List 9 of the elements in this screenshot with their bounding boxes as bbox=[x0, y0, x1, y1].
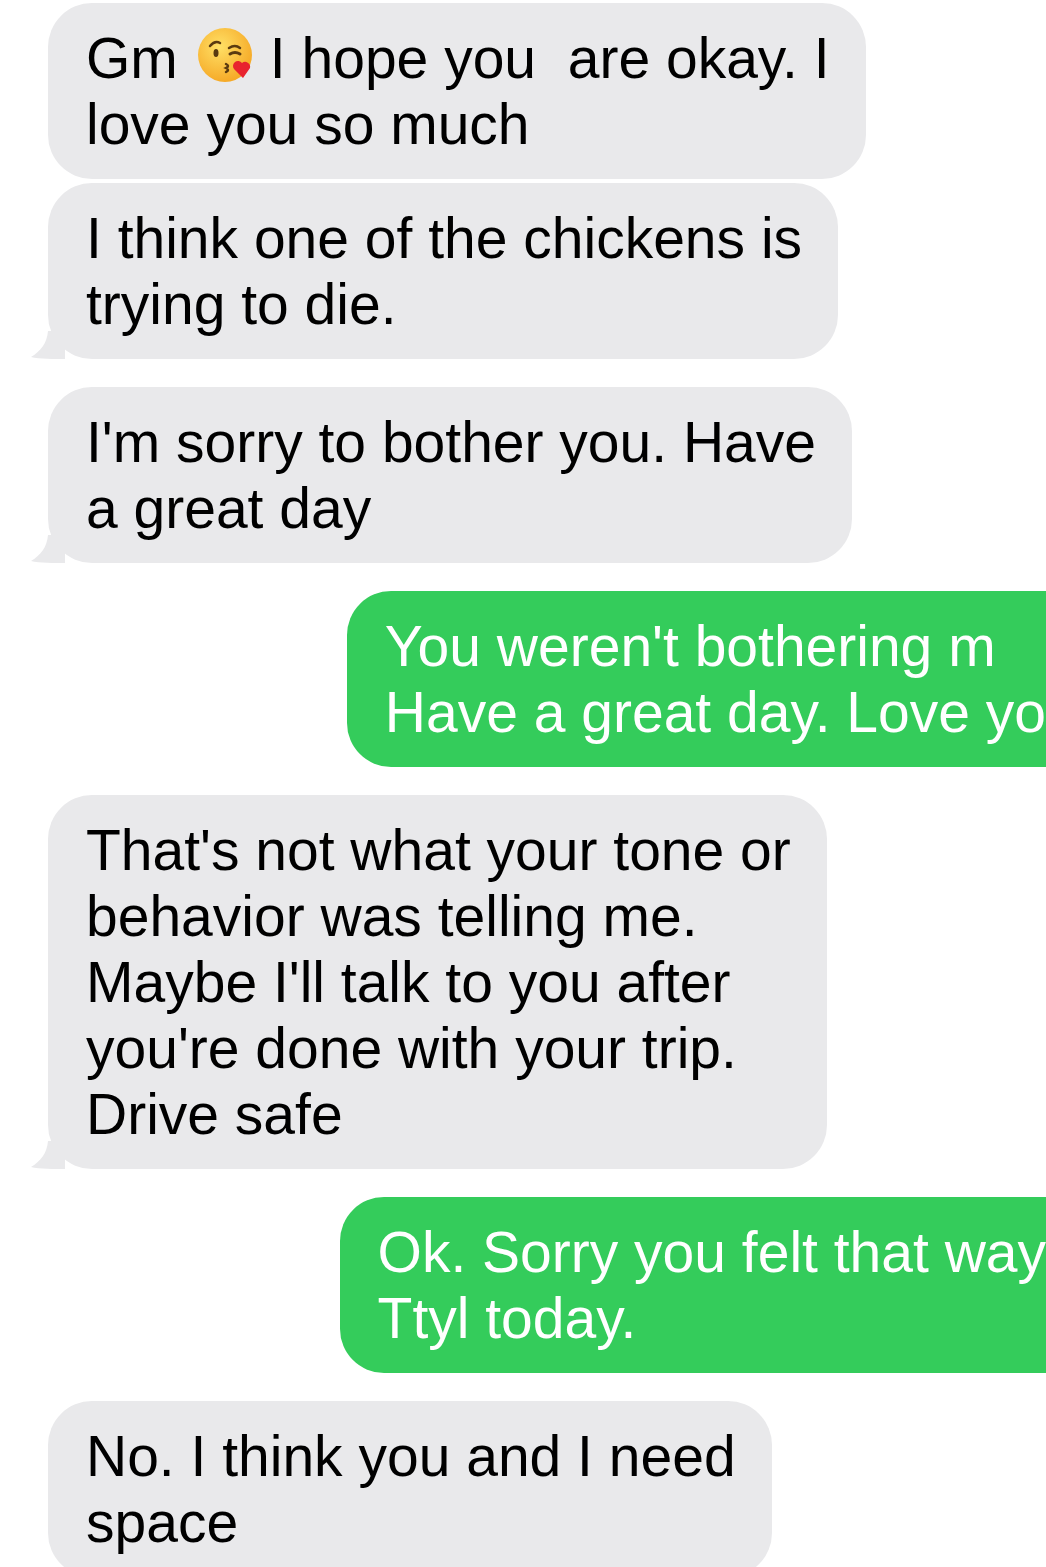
message-text: Ok. Sorry you felt that way Ttyl today. bbox=[377, 1220, 1046, 1350]
message-text: love you so much bbox=[86, 92, 530, 156]
message-text: You weren't bothering m Have a great day. Love yo bbox=[384, 614, 1046, 744]
message-text: That's not what your tone or behavior was telling me. Maybe I'll talk to you after you're done with your trip. Drive safe bbox=[86, 818, 791, 1146]
message-text: I'm sorry to bother you. Have a great day bbox=[86, 410, 816, 540]
message-text: I think one of the chickens is trying to die. bbox=[86, 206, 803, 336]
message-text: No. I think you and I need space bbox=[86, 1424, 736, 1554]
message-text: Gm bbox=[86, 26, 178, 90]
message-text: I hope you are okay. I bbox=[269, 26, 830, 90]
